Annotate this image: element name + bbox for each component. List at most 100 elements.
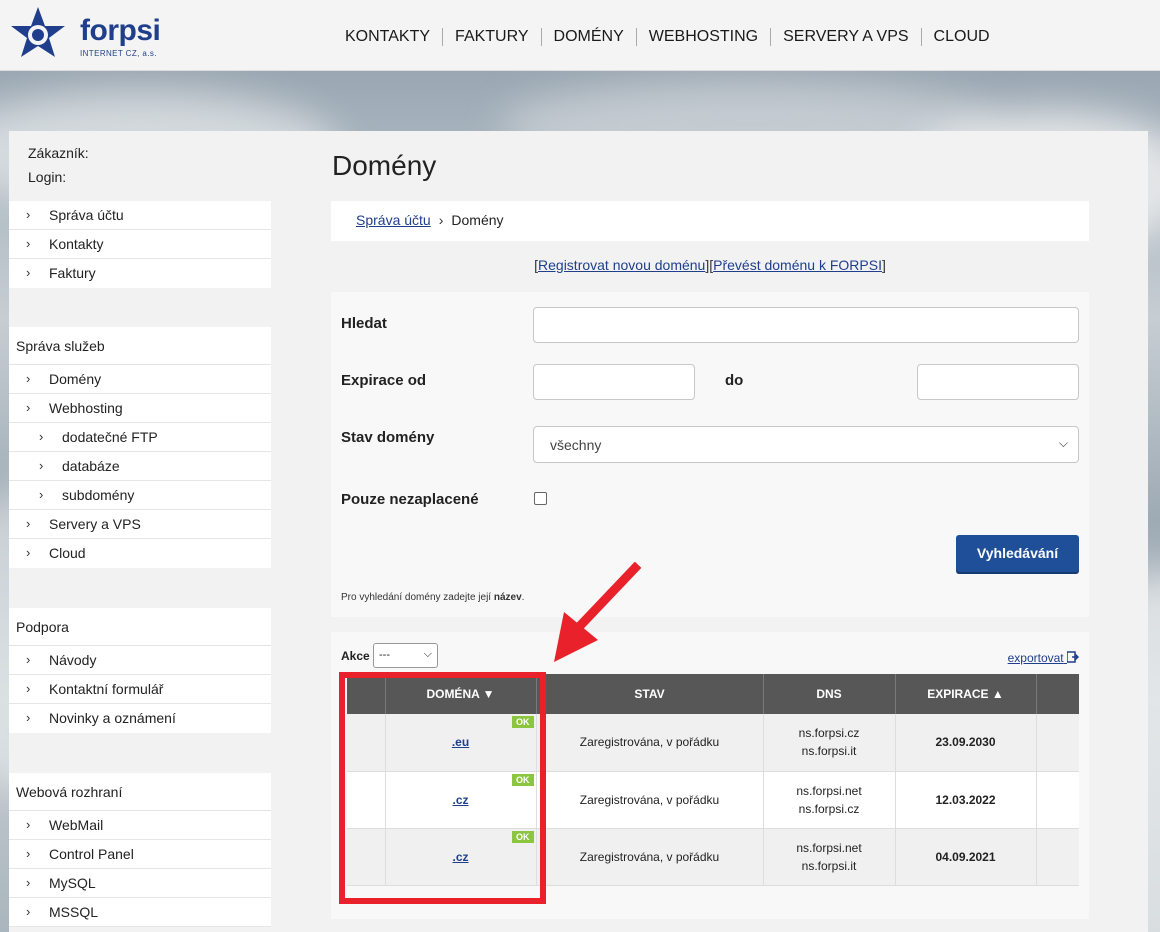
row-actions-cell (1036, 714, 1079, 772)
sidebar-item-novinky[interactable]: › Novinky a oznámení (9, 704, 271, 733)
chevron-right-icon: › (26, 817, 31, 832)
sidebar-item-sprava-uctu[interactable]: › Správa účtu (9, 201, 271, 230)
dns-cell: ns.forpsi.cz ns.forpsi.it (763, 714, 896, 772)
highlight-box-annotation (339, 672, 546, 904)
expiry-cell: 04.09.2021 (895, 828, 1037, 886)
transfer-domain-link[interactable]: Převést doménu k FORPSI (713, 257, 882, 273)
nav-servery[interactable]: SERVERY A VPS (770, 28, 920, 46)
search-button[interactable]: Vyhledávání (956, 535, 1079, 572)
expiry-cell: 12.03.2022 (895, 771, 1037, 829)
sidebar-item-databaze[interactable]: › databáze (9, 452, 271, 481)
sidebar-item-ftp[interactable]: › dodatečné FTP (9, 423, 271, 452)
nav-domeny[interactable]: DOMÉNY (540, 28, 636, 46)
sidebar-web-title: Webová rozhraní (9, 773, 271, 811)
top-header: forpsi INTERNET CZ, a.s. KONTAKTY FAKTUR… (0, 0, 1160, 71)
status-select-value: všechny (550, 437, 602, 453)
chevron-right-icon: › (26, 207, 31, 222)
sidebar-item-control-panel[interactable]: › Control Panel (9, 840, 271, 869)
breadcrumb: Správa účtu › Domény (331, 201, 1089, 241)
register-domain-link[interactable]: Registrovat novou doménu (538, 257, 705, 273)
chevron-right-icon: › (26, 710, 31, 725)
search-form: Hledat Expirace od do Stav domény všechn… (331, 292, 1089, 617)
action-select[interactable]: --- ⌵ (373, 643, 438, 668)
chevron-down-icon: ⌵ (1058, 436, 1068, 450)
sidebar-item-servery[interactable]: › Servery a VPS (9, 510, 271, 539)
chevron-right-icon: › (26, 846, 31, 861)
search-input[interactable] (533, 307, 1079, 343)
sidebar-item-mssql[interactable]: › MSSQL (9, 898, 271, 927)
logo-star-icon (11, 7, 65, 57)
status-cell: Zaregistrována, v pořádku (536, 771, 764, 829)
export-icon (1066, 651, 1080, 663)
breadcrumb-separator-icon: › (438, 212, 444, 228)
chevron-down-icon: ⌵ (423, 648, 432, 660)
chevron-right-icon: › (26, 545, 31, 560)
sidebar-item-domeny[interactable]: › Domény (9, 365, 271, 394)
chevron-right-icon: › (26, 236, 31, 251)
chevron-right-icon: › (39, 487, 44, 502)
expiry-to-input[interactable] (917, 364, 1079, 400)
sidebar-item-subdomeny[interactable]: › subdomény (9, 481, 271, 510)
actions-column-header (1036, 674, 1079, 714)
sidebar-item-navody[interactable]: › Návody (9, 646, 271, 675)
nav-cloud[interactable]: CLOUD (920, 28, 1002, 46)
sidebar-item-mysql[interactable]: › MySQL (9, 869, 271, 898)
sidebar-item-kontaktni-formular[interactable]: › Kontaktní formulář (9, 675, 271, 704)
unpaid-label: Pouze nezaplacené (341, 491, 479, 508)
red-arrow-annotation (554, 562, 642, 662)
sidebar-account-group: › Správa účtu › Kontakty › Faktury (9, 201, 271, 288)
expiry-to-label: do (725, 372, 744, 389)
expiry-from-input[interactable] (533, 364, 695, 400)
sidebar-web-group: Webová rozhraní › WebMail › Control Panel … (9, 773, 271, 927)
sort-asc-icon: ▲ (991, 687, 1004, 701)
action-select-value: --- (379, 649, 390, 661)
export-link[interactable]: exportovat (1008, 651, 1080, 665)
chevron-right-icon: › (26, 652, 31, 667)
action-label: Akce (341, 649, 370, 663)
row-actions-cell (1036, 828, 1079, 886)
sidebar-services-group: Správa služeb › Domény › Webhosting › dodat… (9, 327, 271, 568)
column-header-dns[interactable]: DNS (763, 674, 896, 714)
dns-cell: ns.forpsi.net ns.forpsi.it (763, 828, 896, 886)
main-nav: KONTAKTY FAKTURY DOMÉNY WEBHOSTING SERVE… (333, 28, 1002, 46)
nav-webhosting[interactable]: WEBHOSTING (635, 28, 770, 46)
breadcrumb-current: Domény (451, 212, 504, 228)
sidebar-item-cloud[interactable]: › Cloud (9, 539, 271, 568)
column-header-stav[interactable]: STAV (536, 674, 764, 714)
chevron-right-icon: › (26, 400, 31, 415)
chevron-right-icon: › (26, 875, 31, 890)
chevron-right-icon: › (26, 516, 31, 531)
chevron-right-icon: › (39, 458, 44, 473)
search-hint: Pro vyhledání domény zadejte její název. (341, 592, 525, 603)
row-actions-cell (1036, 771, 1079, 829)
sidebar-item-faktury[interactable]: › Faktury (9, 259, 271, 288)
breadcrumb-link-sprava-uctu[interactable]: Správa účtu (356, 212, 431, 228)
chevron-right-icon: › (39, 429, 44, 444)
account-info: Zákazník: Login: (28, 145, 89, 193)
forpsi-logo[interactable]: forpsi INTERNET CZ, a.s. (8, 4, 161, 64)
sidebar-item-webmail[interactable]: › WebMail (9, 811, 271, 840)
expiry-from-label: Expirace od (341, 372, 427, 389)
sidebar-services-title: Správa služeb (9, 327, 271, 365)
chevron-right-icon: › (26, 265, 31, 280)
status-cell: Zaregistrována, v pořádku (536, 828, 764, 886)
status-cell: Zaregistrována, v pořádku (536, 714, 764, 772)
nav-faktury[interactable]: FAKTURY (442, 28, 541, 46)
sidebar-support-title: Podpora (9, 608, 271, 646)
status-select[interactable]: všechny ⌵ (533, 426, 1079, 463)
chevron-right-icon: › (26, 371, 31, 386)
dns-cell: ns.forpsi.net ns.forpsi.cz (763, 771, 896, 829)
logo-wordmark: forpsi (80, 14, 161, 47)
sidebar-support-group: Podpora › Návody › Kontaktní formulář › Nov… (9, 608, 271, 733)
page-title: Domény (332, 150, 437, 181)
search-label: Hledat (341, 315, 387, 332)
column-header-expirace[interactable]: EXPIRACE ▲ (895, 674, 1037, 714)
nav-kontakty[interactable]: KONTAKTY (333, 28, 442, 46)
customer-label: Zákazník: (28, 145, 89, 161)
sidebar-item-webhosting[interactable]: › Webhosting (9, 394, 271, 423)
status-label: Stav domény (341, 429, 435, 446)
unpaid-checkbox[interactable] (534, 492, 547, 505)
sidebar-item-kontakty[interactable]: › Kontakty (9, 230, 271, 259)
expiry-cell: 23.09.2030 (895, 714, 1037, 772)
chevron-right-icon: › (26, 681, 31, 696)
